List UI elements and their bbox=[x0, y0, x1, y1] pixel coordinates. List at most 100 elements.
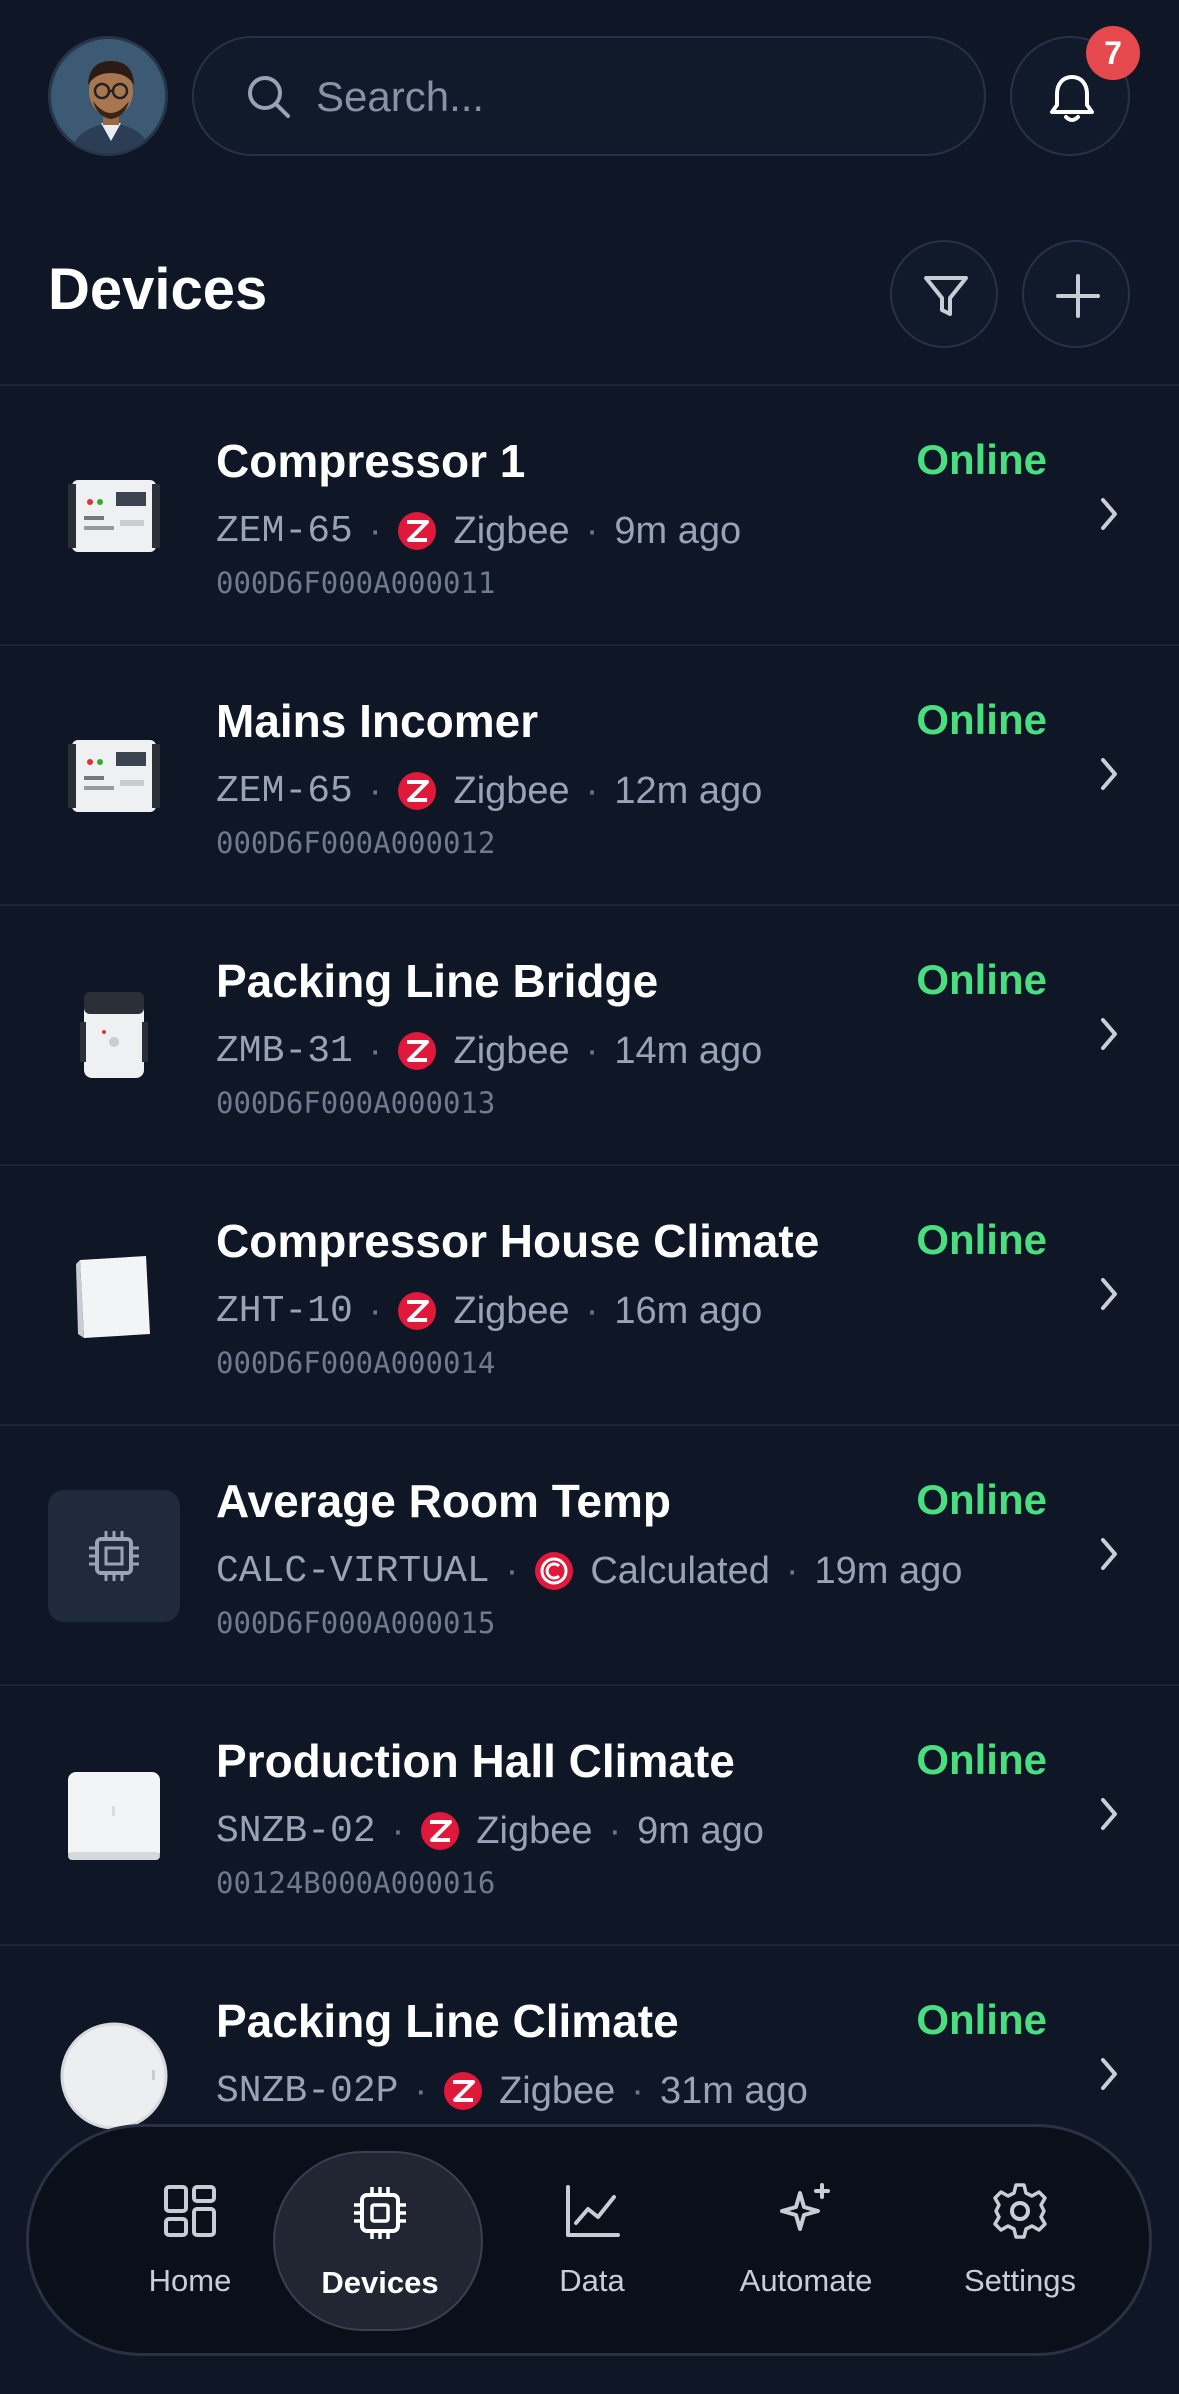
device-row[interactable]: Packing Line Climate Online SNZB-02P · Z… bbox=[0, 1946, 1179, 2134]
chevron-right-icon bbox=[1101, 1278, 1117, 1310]
device-meta: ZEM-65 · Zigbee · 9m ago bbox=[216, 504, 741, 558]
search-icon bbox=[248, 76, 290, 118]
device-name: Packing Line Bridge bbox=[216, 955, 659, 1007]
device-model: ZHT-10 bbox=[216, 1289, 353, 1333]
gear-icon bbox=[993, 2183, 1047, 2239]
devices-screen: 7 Devices bbox=[0, 0, 1179, 2394]
separator-dot: · bbox=[785, 1549, 799, 1592]
nav-label: Devices bbox=[321, 2265, 439, 2300]
square-sensor-icon bbox=[68, 1772, 160, 1860]
device-model: ZEM-65 bbox=[216, 509, 353, 553]
sparkle-icon bbox=[780, 2183, 830, 2231]
plus-icon bbox=[1056, 274, 1100, 318]
device-last-seen: 19m ago bbox=[814, 1549, 963, 1592]
din-rail-bridge-icon bbox=[80, 992, 148, 1078]
zigbee-icon bbox=[421, 1812, 460, 1850]
energy-meter-icon bbox=[68, 740, 160, 812]
device-thumbnail bbox=[48, 1230, 180, 1362]
filter-button[interactable] bbox=[890, 240, 998, 348]
nav-item-settings[interactable]: Settings bbox=[915, 2151, 1125, 2331]
nav-item-devices[interactable]: Devices bbox=[273, 2151, 483, 2331]
device-row[interactable]: Mains Incomer Online ZEM-65 · Zigbee · 1… bbox=[0, 646, 1179, 906]
device-last-seen: 31m ago bbox=[659, 2069, 808, 2112]
device-id: 000D6F000A000012 bbox=[216, 826, 496, 860]
device-status: Online bbox=[916, 956, 1047, 1003]
zigbee-icon bbox=[398, 512, 437, 550]
device-row[interactable]: Compressor 1 Online ZEM-65 · Zigbee · 9m… bbox=[0, 386, 1179, 646]
device-row[interactable]: Compressor House Climate Online ZHT-10 ·… bbox=[0, 1166, 1179, 1426]
device-model: SNZB-02P bbox=[216, 2069, 399, 2113]
chevron-right-icon bbox=[1101, 1798, 1117, 1830]
device-id: 00124B000A000016 bbox=[216, 1866, 496, 1900]
separator-dot: · bbox=[585, 769, 599, 812]
device-model: ZMB-31 bbox=[216, 1029, 353, 1073]
device-status: Online bbox=[916, 1996, 1047, 2043]
separator-dot: · bbox=[368, 509, 382, 552]
chevron-right-icon bbox=[1101, 758, 1117, 790]
device-name: Compressor House Climate bbox=[216, 1215, 820, 1267]
separator-dot: · bbox=[368, 1289, 382, 1332]
add-device-button[interactable] bbox=[1022, 240, 1130, 348]
device-protocol: Calculated bbox=[590, 1549, 770, 1592]
chart-icon bbox=[566, 2185, 620, 2237]
top-bar: 7 bbox=[0, 0, 1179, 200]
search-bar[interactable] bbox=[192, 36, 986, 156]
separator-dot: · bbox=[585, 509, 599, 552]
device-protocol: Zigbee bbox=[499, 2069, 616, 2112]
separator-dot: · bbox=[585, 1029, 599, 1072]
device-protocol: Zigbee bbox=[453, 1289, 570, 1332]
nav-item-home[interactable]: Home bbox=[85, 2151, 295, 2331]
device-protocol: Zigbee bbox=[453, 509, 570, 552]
device-thumbnail bbox=[48, 970, 180, 1102]
device-meta: SNZB-02 · Zigbee · 9m ago bbox=[216, 1804, 764, 1858]
device-row[interactable]: Production Hall Climate Online SNZB-02 ·… bbox=[0, 1686, 1179, 1946]
zigbee-icon bbox=[444, 2072, 483, 2110]
filter-icon bbox=[924, 276, 968, 316]
device-thumbnail bbox=[48, 450, 180, 582]
search-input[interactable] bbox=[316, 62, 936, 132]
device-name: Average Room Temp bbox=[216, 1475, 671, 1527]
nav-label: Home bbox=[148, 2263, 232, 2298]
separator-dot: · bbox=[368, 769, 382, 812]
avatar-portrait-icon bbox=[51, 39, 165, 153]
device-last-seen: 12m ago bbox=[614, 769, 763, 812]
device-thumbnail bbox=[48, 2010, 180, 2134]
device-status: Online bbox=[916, 436, 1047, 483]
device-row[interactable]: Packing Line Bridge Online ZMB-31 · Zigb… bbox=[0, 906, 1179, 1166]
nav-label: Automate bbox=[739, 2263, 873, 2298]
device-id: 000D6F000A000013 bbox=[216, 1086, 496, 1120]
grid-icon bbox=[164, 2185, 216, 2237]
device-row[interactable]: Average Room Temp Online CALC-VIRTUAL · … bbox=[0, 1426, 1179, 1686]
chevron-right-icon bbox=[1101, 1018, 1117, 1050]
chevron-right-icon bbox=[1101, 1538, 1117, 1570]
separator-dot: · bbox=[391, 1809, 405, 1852]
device-thumbnail bbox=[48, 710, 180, 842]
notification-count-badge: 7 bbox=[1086, 26, 1140, 80]
separator-dot: · bbox=[585, 1289, 599, 1332]
device-status: Online bbox=[916, 696, 1047, 743]
device-model: CALC-VIRTUAL bbox=[216, 1549, 490, 1593]
device-model: ZEM-65 bbox=[216, 769, 353, 813]
calculated-icon bbox=[535, 1552, 574, 1590]
device-name: Production Hall Climate bbox=[216, 1735, 735, 1787]
nav-label: Settings bbox=[963, 2263, 1076, 2298]
device-meta: SNZB-02P · Zigbee · 31m ago bbox=[216, 2064, 808, 2118]
separator-dot: · bbox=[414, 2069, 428, 2112]
device-last-seen: 16m ago bbox=[614, 1289, 763, 1332]
bell-icon bbox=[1050, 75, 1094, 122]
nav-item-automate[interactable]: Automate bbox=[701, 2151, 911, 2331]
bottom-nav: Home Devices Data Automate Settings bbox=[26, 2124, 1152, 2356]
chevron-right-icon bbox=[1101, 2058, 1117, 2090]
separator-dot: · bbox=[368, 1029, 382, 1072]
climate-sensor-icon bbox=[76, 1256, 150, 1338]
device-meta: ZEM-65 · Zigbee · 12m ago bbox=[216, 764, 762, 818]
device-thumbnail bbox=[48, 1490, 180, 1622]
device-list: Compressor 1 Online ZEM-65 · Zigbee · 9m… bbox=[0, 384, 1179, 2134]
separator-dot: · bbox=[631, 2069, 644, 2112]
device-last-seen: 14m ago bbox=[614, 1029, 763, 1072]
nav-item-data[interactable]: Data bbox=[487, 2151, 697, 2331]
zigbee-icon bbox=[398, 772, 437, 810]
chevron-right-icon bbox=[1101, 498, 1117, 530]
avatar[interactable] bbox=[48, 36, 168, 156]
zigbee-icon bbox=[398, 1292, 437, 1330]
